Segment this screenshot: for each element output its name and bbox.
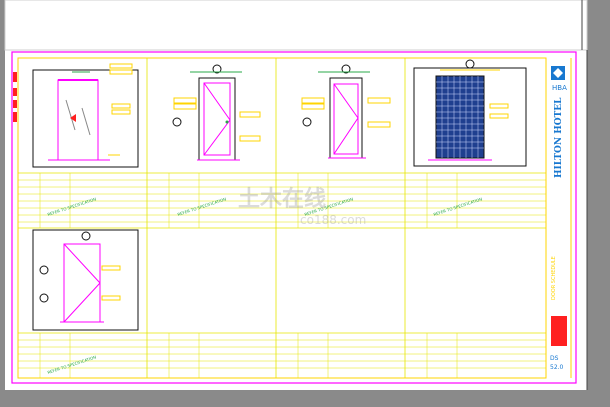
sheet-number: 52.0: [550, 364, 564, 371]
drawing-title: DOOR SCHEDULE: [551, 256, 557, 300]
project-name: HILTON HOTEL: [554, 97, 564, 178]
sheet-prefix: DS: [550, 355, 559, 362]
logo-text: HBA: [552, 84, 567, 92]
watermark-url: co188.com: [300, 213, 366, 227]
watermark-brand: 土木在线: [238, 186, 326, 212]
title-stamp: [551, 316, 567, 346]
cad-drawing-viewport[interactable]: REFER TO SPECIFICATION REFER TO SPECIFIC…: [0, 0, 610, 407]
sheet-top-margin: [4, 0, 588, 51]
logo-mark: [551, 66, 565, 80]
